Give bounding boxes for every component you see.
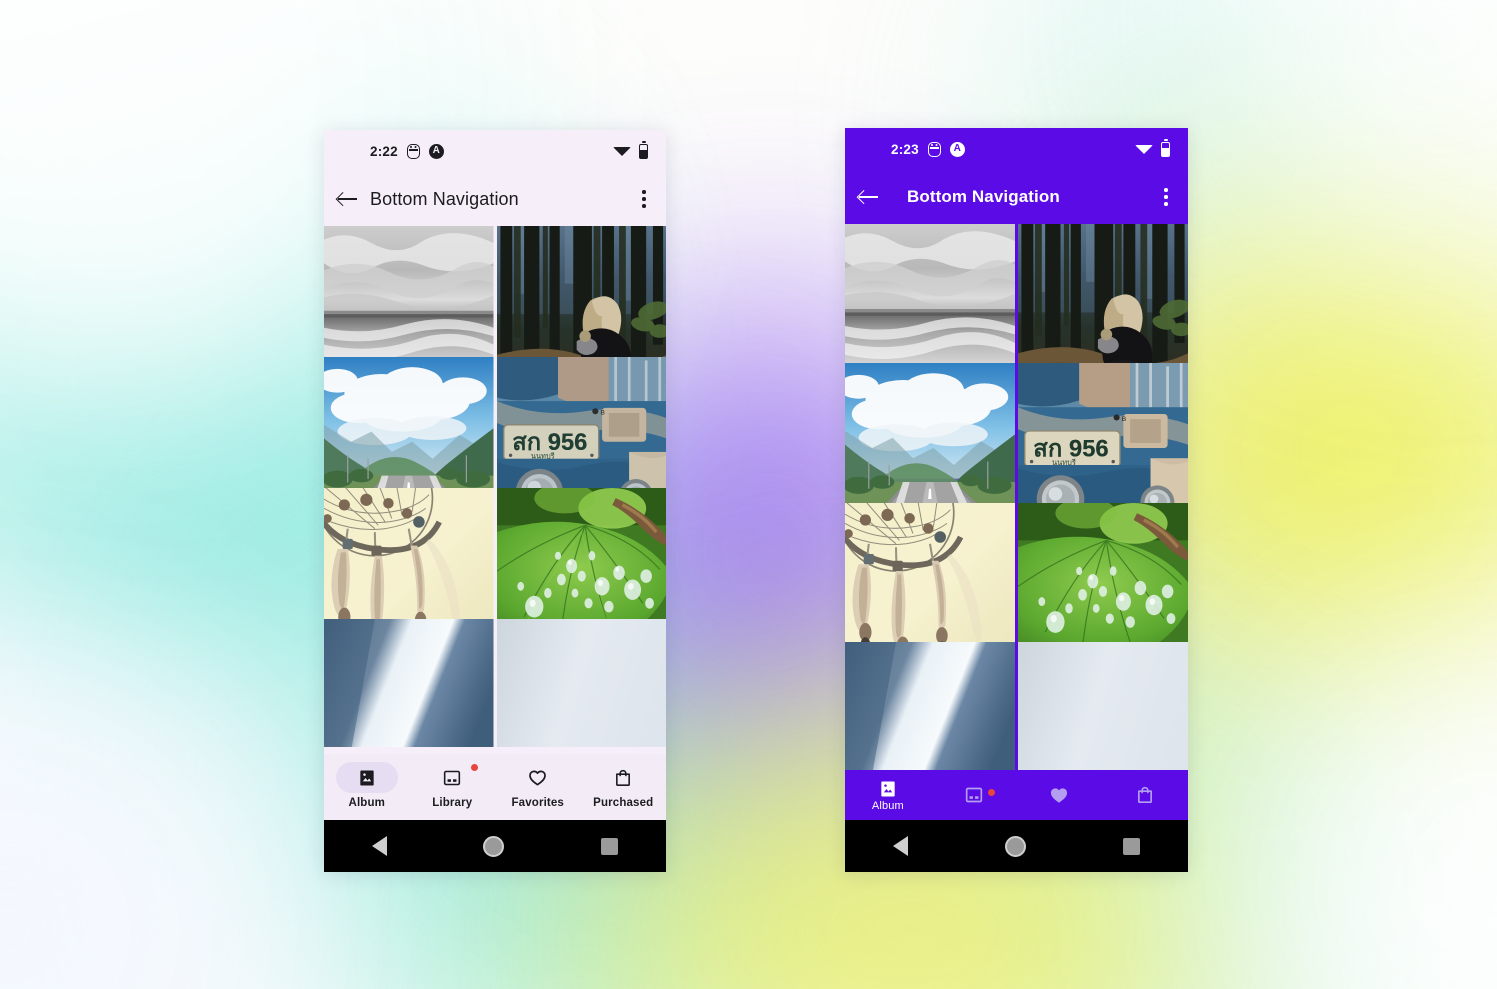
background-gradient: [0, 0, 1497, 989]
android-circle-icon: [949, 141, 965, 157]
nav-label-library: Library: [432, 797, 473, 809]
nav-label-album: Album: [871, 799, 904, 812]
bottom-navigation-bar: Album Library Favorites Purchased: [324, 754, 666, 820]
nav-pill-indicator: [507, 762, 569, 793]
shopping-bag-outline-icon: [616, 769, 631, 786]
back-button[interactable]: [324, 191, 370, 207]
nav-item-library[interactable]: [931, 785, 1017, 806]
back-arrow-icon: [858, 189, 878, 205]
nav-pill-indicator: [592, 762, 654, 793]
photo-grid: B สก 956 956 นนทบุรี: [324, 226, 666, 747]
more-options-button[interactable]: [1144, 188, 1188, 206]
photo-filled-icon: [360, 770, 374, 785]
system-back-icon[interactable]: [372, 836, 388, 856]
photo-partial-row-left[interactable]: [845, 641, 1015, 778]
system-back-icon[interactable]: [893, 836, 909, 856]
kebab-dot: [642, 190, 646, 194]
debug-oval-icon: [927, 141, 941, 157]
nav-item-favorites[interactable]: Favorites: [495, 762, 581, 809]
nav-item-favorites[interactable]: [1017, 784, 1103, 807]
nav-item-library[interactable]: Library: [410, 762, 496, 809]
page-title: Bottom Navigation: [370, 188, 519, 209]
notification-badge: [471, 764, 478, 771]
status-bar-time: 2:22: [370, 143, 398, 159]
phone-screenshot-purple: 2:23 Bottom Navigation: [845, 128, 1188, 872]
bottom-navigation-bar: Album: [845, 770, 1188, 820]
back-button[interactable]: [845, 189, 891, 205]
status-bar-time: 2:23: [891, 141, 919, 157]
system-navigation-bar: [845, 820, 1188, 872]
kebab-dot: [1164, 195, 1168, 199]
status-bar: 2:23: [845, 128, 1188, 170]
wifi-icon: [613, 146, 631, 156]
phone-screenshot-light: 2:22 Bottom Navigation: [324, 130, 666, 872]
page-title: Bottom Navigation: [907, 187, 1060, 206]
battery-icon: [1161, 139, 1170, 157]
system-recents-icon[interactable]: [1122, 837, 1140, 855]
status-bar: 2:22: [324, 130, 666, 172]
system-home-icon[interactable]: [483, 835, 505, 857]
nav-item-album[interactable]: Album: [845, 779, 931, 812]
kebab-dot: [1164, 202, 1168, 206]
more-options-button[interactable]: [622, 190, 666, 208]
photo-filled-icon: [881, 781, 895, 796]
battery-icon: [639, 141, 648, 159]
kebab-dot: [642, 197, 646, 201]
photo-partial-row-right[interactable]: [496, 619, 666, 747]
nav-item-album[interactable]: Album: [324, 762, 410, 809]
nav-item-purchased[interactable]: [1102, 785, 1188, 806]
nav-label-favorites: Favorites: [511, 797, 564, 809]
wifi-icon: [1135, 144, 1153, 154]
kebab-dot: [642, 204, 646, 208]
nav-pill-indicator: [335, 762, 398, 793]
nav-label-purchased: Purchased: [593, 797, 654, 809]
system-navigation-bar: [324, 820, 666, 872]
kebab-dot: [1164, 188, 1168, 192]
library-outline-icon: [444, 770, 461, 785]
photo-partial-row-right[interactable]: [1018, 641, 1188, 778]
photo-grid: B สก 956 956 นนทบุรี: [845, 224, 1188, 778]
background-blob-white: [0, 620, 320, 989]
nav-item-purchased[interactable]: Purchased: [581, 762, 667, 809]
nav-label-album: Album: [348, 797, 386, 809]
svg-text:B: B: [1122, 416, 1127, 423]
android-circle-icon: [428, 143, 444, 159]
system-recents-icon[interactable]: [600, 837, 618, 855]
system-home-icon[interactable]: [1004, 835, 1026, 857]
heart-outline-icon: [529, 770, 547, 786]
photo-partial-row-left[interactable]: [324, 619, 494, 747]
app-bar: Bottom Navigation: [324, 172, 666, 226]
shopping-bag-outline-icon: [1138, 786, 1153, 803]
library-outline-icon: [965, 787, 982, 802]
back-arrow-icon: [337, 191, 357, 207]
app-bar: Bottom Navigation: [845, 170, 1188, 224]
heart-filled-icon: [1051, 787, 1068, 803]
notification-badge: [987, 788, 995, 796]
debug-oval-icon: [406, 143, 420, 159]
